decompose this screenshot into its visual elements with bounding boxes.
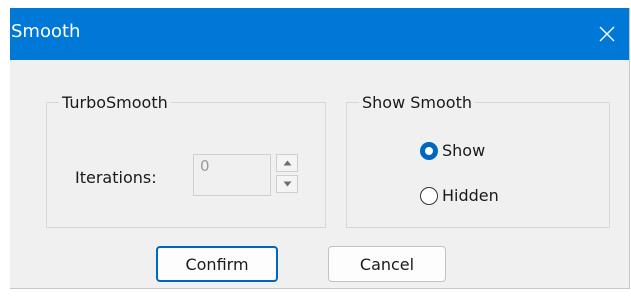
smooth-dialog: Smooth TurboSmooth Iterations: Show Smoo… — [10, 8, 630, 289]
iterations-label: Iterations: — [75, 168, 157, 187]
triangle-up-icon — [283, 160, 292, 166]
hidden-radio-label: Hidden — [442, 186, 499, 205]
close-button[interactable] — [584, 8, 629, 60]
close-icon — [599, 26, 615, 42]
show-smooth-group: Show Smooth — [346, 93, 610, 228]
iterations-input[interactable] — [193, 154, 271, 196]
hidden-radio-option[interactable]: Hidden — [420, 186, 499, 205]
show-radio-option[interactable]: Show — [420, 141, 485, 160]
turbosmooth-legend: TurboSmooth — [62, 93, 168, 112]
title-bar[interactable]: Smooth — [10, 8, 629, 60]
dialog-title: Smooth — [11, 21, 81, 42]
show-radio-label: Show — [442, 141, 486, 160]
triangle-down-icon — [283, 181, 292, 187]
iterations-decrement-button[interactable] — [276, 175, 298, 193]
cancel-button[interactable]: Cancel — [328, 246, 446, 282]
radio-checked-icon[interactable] — [420, 141, 438, 160]
radio-unchecked-icon[interactable] — [420, 186, 438, 205]
iterations-increment-button[interactable] — [276, 154, 298, 172]
show-smooth-legend: Show Smooth — [362, 93, 472, 112]
confirm-button[interactable]: Confirm — [156, 246, 278, 282]
